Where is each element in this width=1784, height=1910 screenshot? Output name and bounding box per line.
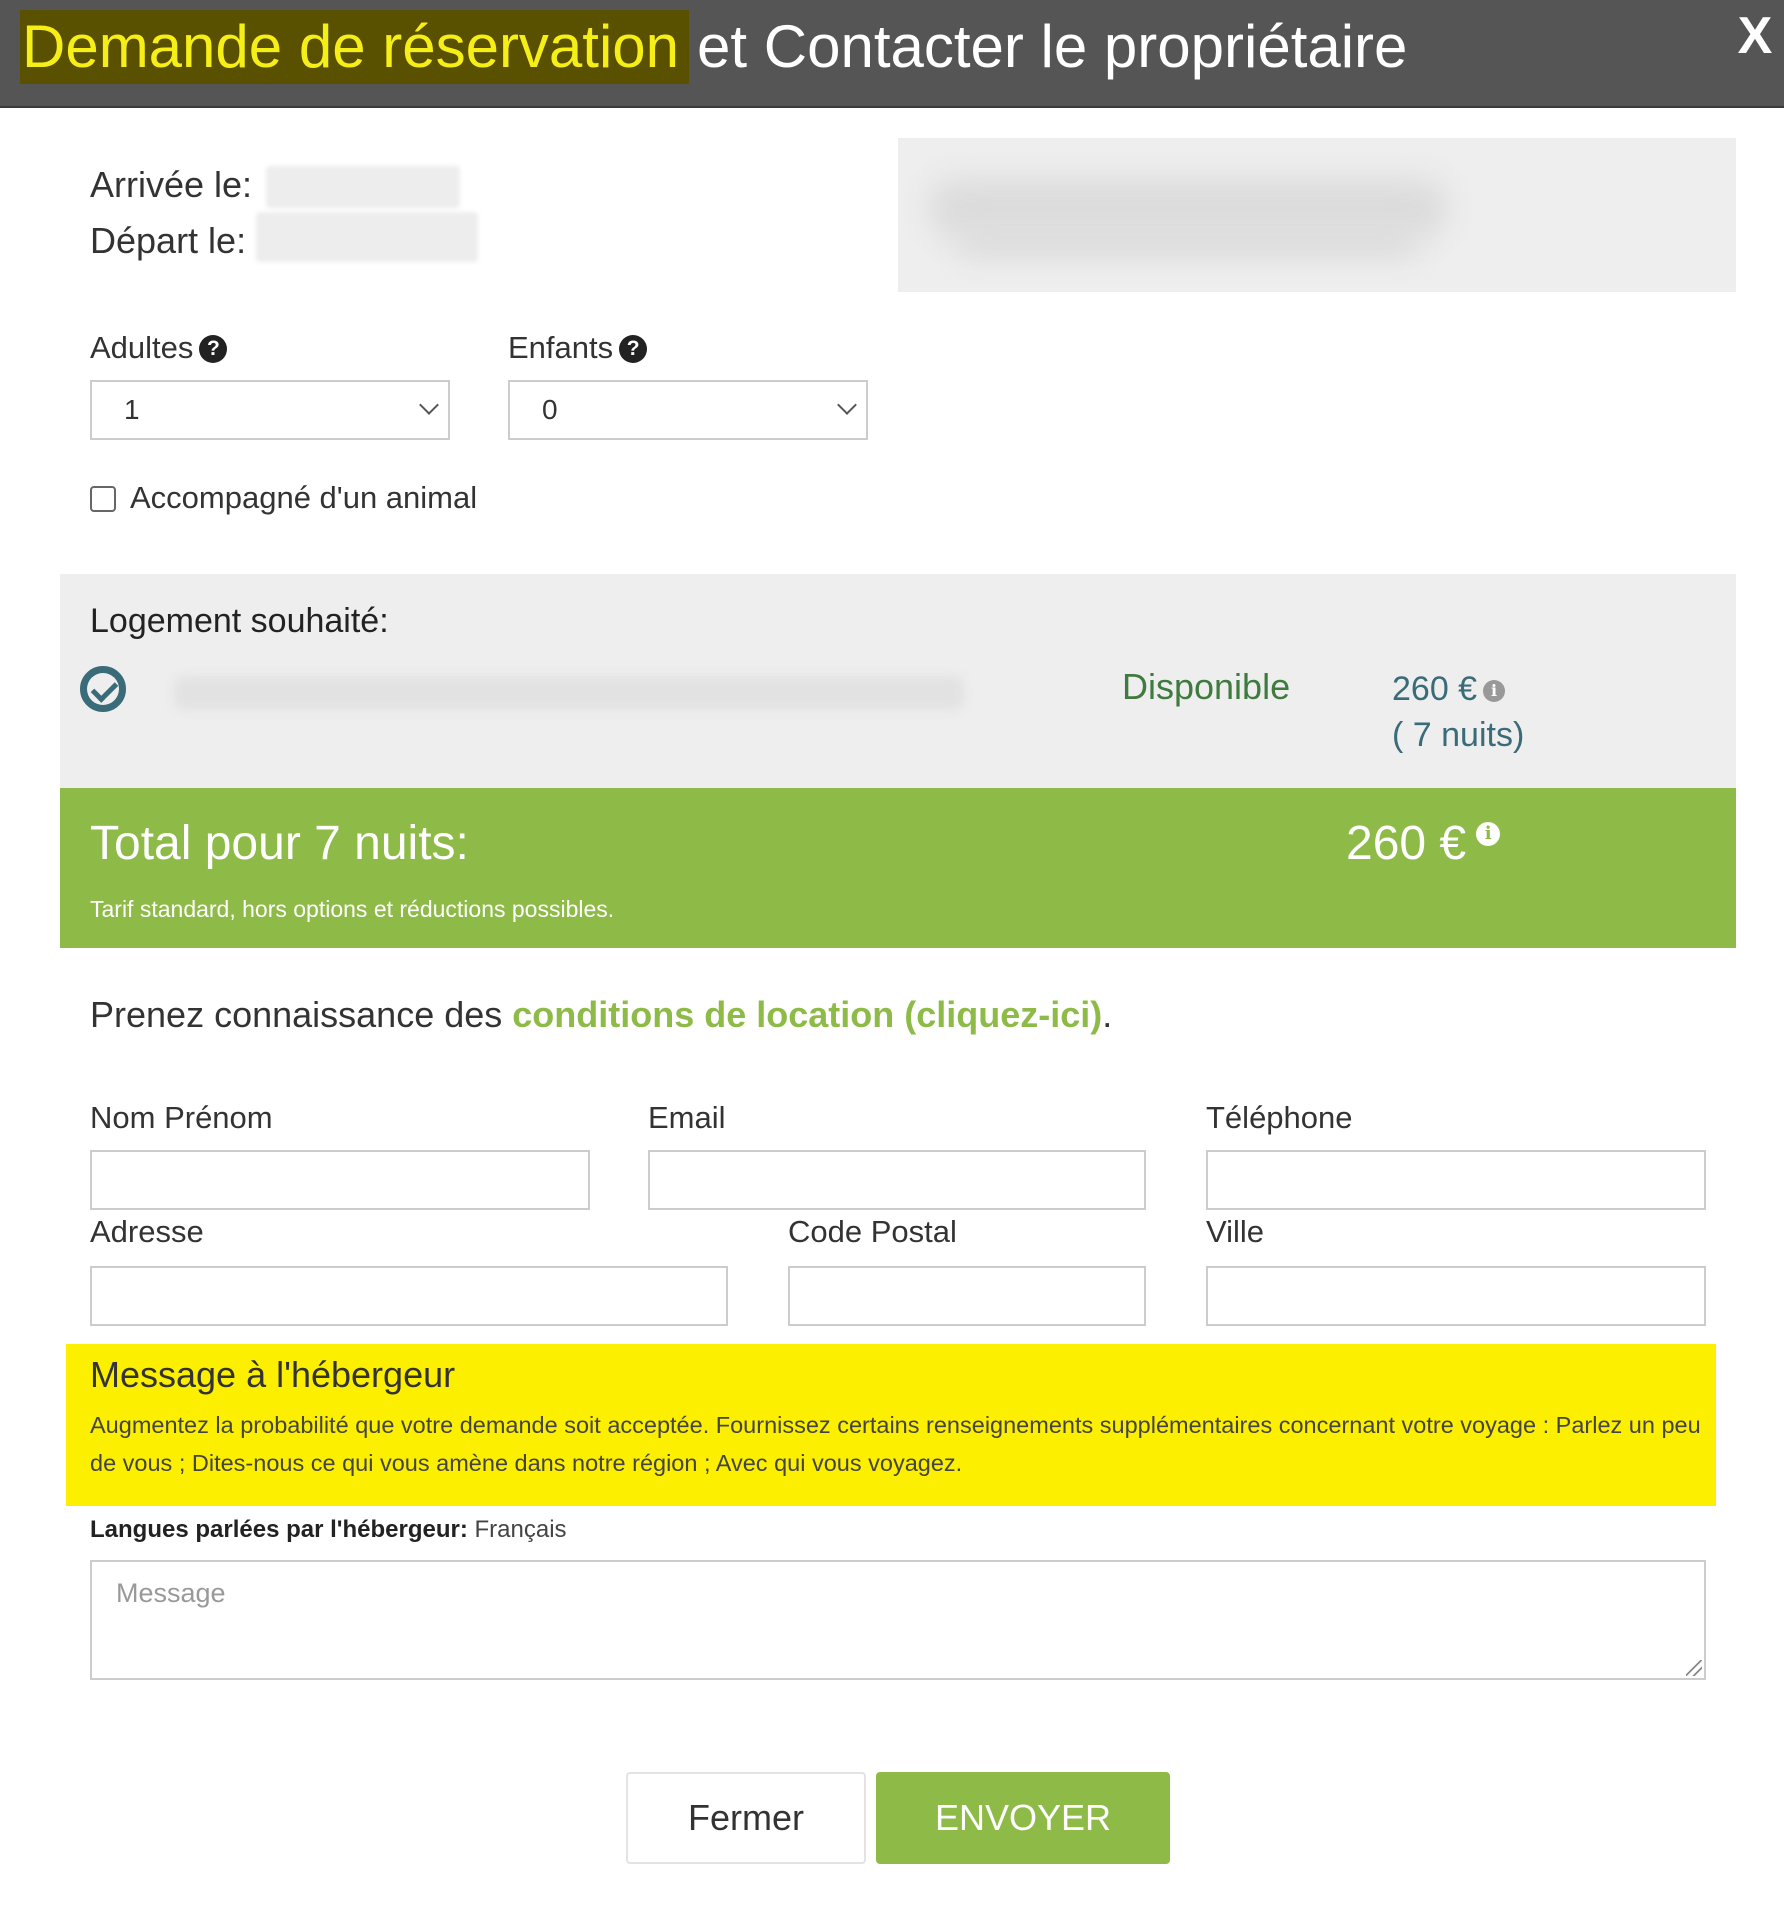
adults-select[interactable]: 1 [90,380,450,440]
arrival-date-label: Arrivée le: [90,164,253,205]
total-panel: Total pour 7 nuits: 260 € i Tarif standar… [60,788,1736,948]
lodging-title: Logement souhaité: [90,602,389,640]
resize-handle-icon[interactable] [1686,1660,1702,1676]
send-button[interactable]: ENVOYER [876,1772,1170,1864]
postal-code-input[interactable] [788,1266,1146,1326]
city-label: Ville [1206,1214,1265,1249]
phone-label: Téléphone [1206,1100,1353,1135]
check-circle-icon [80,666,126,712]
message-banner: Message à l'hébergeur Augmentez la proba… [66,1344,1716,1506]
message-title: Message à l'hébergeur [90,1354,456,1395]
address-input[interactable] [90,1266,728,1326]
lodging-name-redacted [174,676,964,710]
conditions-link[interactable]: conditions de location (cliquez-ici) [512,994,1102,1035]
city-input[interactable] [1206,1266,1706,1326]
lodging-panel: Logement souhaité: Disponible 260 € i ( 7… [60,574,1736,788]
host-languages: Langues parlées par l'hébergeur: Françai… [90,1516,567,1543]
lodging-price: 260 € i ( 7 nuits) [1392,670,1525,754]
modal-header: Demande de réservation et Contacter le pr… [0,0,1784,108]
close-button[interactable]: Fermer [626,1772,866,1864]
email-input[interactable] [648,1150,1146,1210]
question-circle-icon[interactable]: ? [619,335,648,363]
phone-input[interactable] [1206,1150,1706,1210]
property-preview-redacted [898,138,1736,292]
postal-code-label: Code Postal [788,1214,957,1249]
arrival-date-redacted [266,166,460,208]
title-highlighted-text: Demande de réservation [20,10,690,84]
total-value: 260 € i [1346,816,1501,871]
chevron-down-icon [419,395,439,415]
lodging-nights: ( 7 nuits) [1392,716,1525,754]
question-circle-icon[interactable]: ? [199,335,228,363]
pet-checkbox[interactable] [90,486,116,512]
message-hint: Augmentez la probabilité que votre deman… [90,1412,1701,1476]
adults-label: Adultes? [90,330,228,366]
departure-date-label: Départ le: [90,220,247,261]
modal-title: Demande de réservation et Contacter le pr… [20,10,1407,84]
name-label: Nom Prénom [90,1100,273,1135]
title-rest-text: et Contacter le propriétaire [697,13,1408,80]
address-label: Adresse [90,1214,204,1249]
availability-status: Disponible [1122,666,1291,707]
total-label: Total pour 7 nuits: [90,817,469,870]
children-label: Enfants? [508,330,648,366]
info-icon[interactable]: i [1476,822,1501,846]
message-textarea[interactable] [90,1560,1706,1680]
email-label: Email [648,1100,726,1135]
pet-checkbox-label[interactable]: Accompagné d'un animal [130,480,477,516]
departure-date-redacted [256,212,478,262]
chevron-down-icon [837,395,857,415]
conditions-text: Prenez connaissance des conditions de lo… [90,994,1113,1035]
children-select[interactable]: 0 [508,380,868,440]
close-icon[interactable]: X [1732,6,1778,66]
info-icon[interactable]: i [1483,680,1506,702]
name-input[interactable] [90,1150,590,1210]
total-note: Tarif standard, hors options et réductio… [90,896,615,922]
